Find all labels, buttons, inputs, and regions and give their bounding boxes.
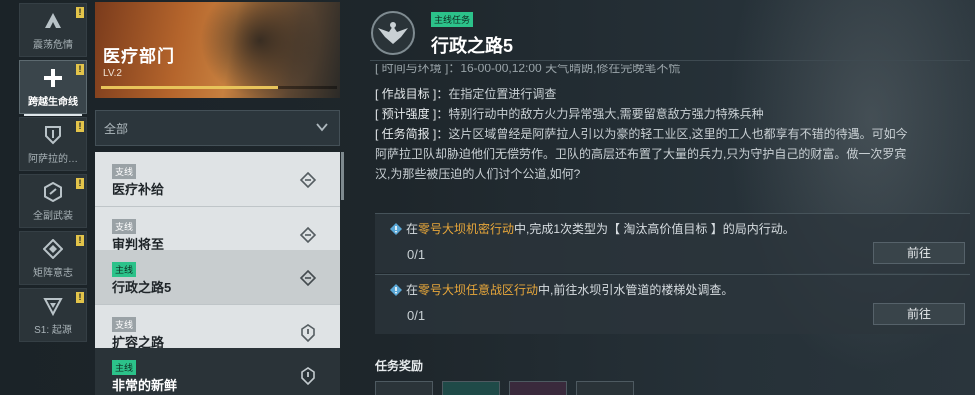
objective-progress: 0/1 xyxy=(407,247,426,262)
rail-item-s1-origin[interactable]: ! S1: 起源 xyxy=(19,288,87,342)
quest-item-selected[interactable]: 主线 行政之路5 xyxy=(95,250,340,305)
rail-label: 矩阵意志 xyxy=(33,267,73,279)
alert-badge: ! xyxy=(76,64,84,75)
quest-list-scrollbar[interactable] xyxy=(341,152,344,200)
info-diamond-icon xyxy=(390,283,402,296)
brief-line-1: 这片区域曾经是阿萨拉人引以为豪的轻工业区,这里的工人也都享有不错的待遇。可如今 xyxy=(448,127,908,141)
locate-diamond-icon xyxy=(298,170,318,190)
brief-line-3: 汉,为那些被压迫的人们讨个公道,如何? xyxy=(375,167,581,181)
filter-selected-value: 全部 xyxy=(104,121,129,136)
objective-location: 零号大坝任意战区行动 xyxy=(418,283,539,297)
quest-item[interactable]: 主线 非常的新鲜 xyxy=(95,348,340,395)
rail-item-shock-crisis[interactable]: ! 震荡危情 xyxy=(19,3,87,57)
go-to-button[interactable]: 前往 xyxy=(873,242,965,264)
quest-type-tag: 主线 xyxy=(112,360,137,375)
plus-icon xyxy=(42,67,64,89)
category-rail: ! 震荡危情 ! 跨越生命线 ! 阿萨拉的… ! 全副武装 ! 矩阵意志 ! S… xyxy=(19,0,89,395)
quest-item[interactable]: 支线 医疗补给 xyxy=(95,152,340,207)
down-triangle-icon xyxy=(42,295,64,317)
quest-filter-dropdown[interactable]: 全部 xyxy=(95,110,340,146)
alert-badge: ! xyxy=(76,178,84,189)
alert-badge: ! xyxy=(76,121,84,132)
alert-badge: ! xyxy=(76,292,84,303)
intensity-key: [ 预计强度 ]： xyxy=(375,107,449,121)
department-card[interactable]: 医疗部门 LV.2 xyxy=(95,2,340,98)
quest-list: 支线 医疗补给 支线 审判将至 主线 行政之路5 支线 扩容之路 主线 非常的新… xyxy=(95,152,340,395)
department-art xyxy=(200,2,320,98)
rail-item-matrix-will[interactable]: ! 矩阵意志 xyxy=(19,231,87,285)
rail-label: 跨越生命线 xyxy=(28,96,78,108)
rail-label: 震荡危情 xyxy=(33,39,73,51)
brief-key: [ 任务简报 ]： xyxy=(375,127,449,141)
main-quest-tag: 主线任务 xyxy=(431,12,474,27)
rail-label: 全副武装 xyxy=(33,210,73,222)
department-level: LV.2 xyxy=(103,68,122,79)
rail-item-asala[interactable]: ! 阿萨拉的… xyxy=(19,117,87,171)
alert-badge: ! xyxy=(76,235,84,246)
rail-item-lifeline[interactable]: ! 跨越生命线 xyxy=(19,60,87,116)
info-intensity: [ 预计强度 ]：特别行动中的敌方火力异常强大,需要留意敌方强力特殊兵种 xyxy=(375,104,970,124)
shield-icon xyxy=(42,124,64,146)
intensity-value: 特别行动中的敌方火力异常强大,需要留意敌方强力特殊兵种 xyxy=(448,107,764,121)
locate-pin-icon xyxy=(298,366,318,386)
rail-item-full-armor[interactable]: ! 全副武装 xyxy=(19,174,87,228)
info-brief: [ 任务简报 ]：这片区域曾经是阿萨拉人引以为豪的轻工业区,这里的工人也都享有不… xyxy=(375,124,970,144)
reward-slot[interactable] xyxy=(375,381,433,395)
info-diamond-icon xyxy=(390,222,402,235)
department-title: 医疗部门 xyxy=(103,47,175,66)
quest-name: 非常的新鲜 xyxy=(112,378,178,393)
hexagon-icon xyxy=(42,181,64,203)
department-progress-bar xyxy=(101,86,337,89)
objective-progress: 0/1 xyxy=(407,308,426,323)
diamond-emblem-icon xyxy=(42,238,64,260)
quest-type-tag: 支线 xyxy=(112,164,137,179)
reward-slot[interactable] xyxy=(576,381,634,395)
reward-slot[interactable] xyxy=(442,381,500,395)
triangle-emblem-icon xyxy=(42,10,64,32)
objective-row: 在零号大坝任意战区行动中,前往水坝引水管道的楼梯处调查。 0/1 前往 xyxy=(375,274,970,334)
info-goal: [ 作战目标 ]：在指定位置进行调查 xyxy=(375,84,970,104)
objective-text: 在零号大坝机密行动中,完成1次类型为【 淘汰高价值目标 】的局内行动。 xyxy=(406,222,795,236)
objective-row: 在零号大坝机密行动中,完成1次类型为【 淘汰高价值目标 】的局内行动。 0/1 … xyxy=(375,213,970,273)
alert-badge: ! xyxy=(76,7,84,18)
quest-type-tag: 主线 xyxy=(112,262,137,277)
goal-key: [ 作战目标 ]： xyxy=(375,87,449,101)
locate-diamond-icon xyxy=(298,225,318,245)
header-divider xyxy=(370,60,970,61)
rail-label: 阿萨拉的… xyxy=(28,153,78,165)
info-partial-line: [ 时间与环境 ]：16-00-00,12:00 天气晴朗,修在完晚笔不慌 xyxy=(375,64,681,75)
quest-type-tag: 支线 xyxy=(112,219,137,234)
objective-location: 零号大坝机密行动 xyxy=(418,222,515,236)
brief-line-2: 阿萨拉卫队却胁迫他们无偿劳作。卫队的高层还布置了大量的兵力,只为守护自己的财富。… xyxy=(375,147,907,161)
locate-diamond-icon xyxy=(298,268,318,288)
quest-title: 行政之路5 xyxy=(431,36,514,56)
chevron-down-icon xyxy=(315,120,329,134)
locate-pin-icon xyxy=(298,323,318,343)
rail-label: S1: 起源 xyxy=(34,324,72,336)
quest-name: 行政之路5 xyxy=(112,280,172,295)
goal-value: 在指定位置进行调查 xyxy=(448,87,557,101)
go-to-button[interactable]: 前往 xyxy=(873,303,965,325)
rewards-title: 任务奖励 xyxy=(375,359,424,373)
reward-slot[interactable] xyxy=(509,381,567,395)
quest-name: 医疗补给 xyxy=(112,182,165,197)
objective-text: 在零号大坝任意战区行动中,前往水坝引水管道的楼梯处调查。 xyxy=(406,283,734,297)
eagle-emblem-icon xyxy=(370,10,416,56)
department-progress-fill xyxy=(101,86,278,89)
quest-type-tag: 支线 xyxy=(112,317,137,332)
